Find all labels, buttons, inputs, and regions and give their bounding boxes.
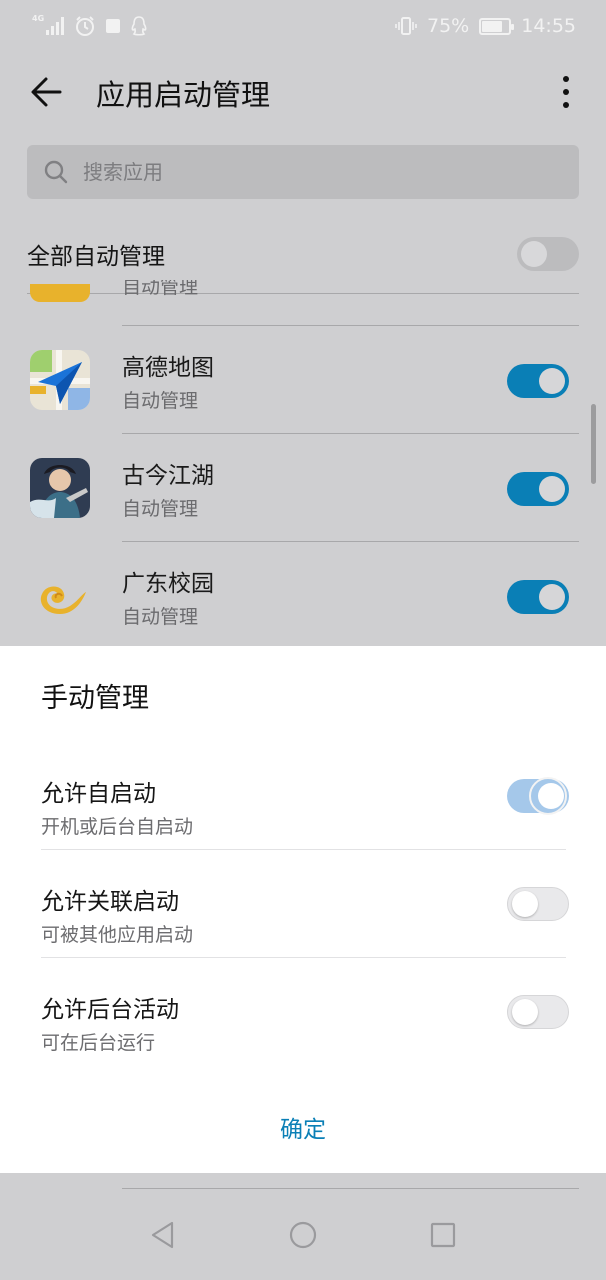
manual-manage-sheet: 手动管理 允许自启动 开机或后台自启动 允许关联启动 可被其他应用启动 允许后台… [0,646,606,1173]
search-box[interactable] [27,145,579,199]
nav-home-button[interactable] [278,1210,328,1260]
status-right: 75% 14:55 [395,15,576,37]
more-vert-icon [563,76,569,82]
status-bar: 4G 75% 14:55 [0,0,606,52]
back-arrow-icon [31,77,62,107]
toggle-knob [539,584,565,610]
square-icon [106,19,120,33]
toggle-knob [539,476,565,502]
linked-start-toggle[interactable] [507,887,569,921]
gdxy-toggle[interactable] [507,580,569,614]
toggle-knob [521,241,547,267]
vibrate-icon [395,17,417,35]
confirm-button[interactable]: 确定 [203,1102,403,1152]
app-name: 古今江湖 [122,463,214,489]
qq-icon [131,16,147,36]
nav-recents-icon [430,1222,456,1248]
toggle-knob [512,999,538,1025]
toggle-knob [539,368,565,394]
divider [41,957,566,958]
battery-icon [479,17,515,35]
battery-fill [482,20,502,32]
nav-home-icon [289,1221,317,1249]
amap-icon [30,350,90,410]
page-title: 应用启动管理 [96,78,271,112]
back-button[interactable] [26,70,70,114]
option-desc: 可在后台运行 [41,1032,156,1054]
app-row-gujin[interactable]: 古今江湖 自动管理 [0,434,606,542]
nav-back-button[interactable] [138,1210,188,1260]
scrollbar[interactable] [591,404,596,484]
nav-recents-button[interactable] [418,1210,468,1260]
option-label: 允许后台活动 [41,997,179,1023]
toggle-knob [538,783,564,809]
app-icon-partial [30,284,90,302]
option-label: 允许自启动 [41,781,156,807]
auto-start-toggle[interactable] [507,777,569,815]
background-activity-toggle[interactable] [507,995,569,1029]
all-auto-row[interactable]: 全部自动管理 [27,228,579,280]
app-name: 高德地图 [122,355,214,381]
divider [122,1188,579,1189]
gdxy-icon [30,566,90,626]
all-auto-label: 全部自动管理 [27,244,165,270]
search-icon [44,160,68,184]
search-input[interactable] [83,160,523,184]
battery-percent: 75% [427,15,470,37]
app-sub: 自动管理 [122,390,199,412]
app-sub-partial: 自动管理 [122,280,199,298]
clock: 14:55 [521,15,576,37]
app-name: 广东校园 [122,571,214,597]
more-dot [563,89,569,95]
app-sub: 自动管理 [122,498,199,520]
app-row-gdxy[interactable]: 广东校园 自动管理 [0,542,606,650]
option-desc: 可被其他应用启动 [41,924,194,946]
more-options-button[interactable] [546,70,586,114]
amap-toggle[interactable] [507,364,569,398]
app-row-amap[interactable]: 高德地图 自动管理 [0,326,606,434]
more-dot [563,102,569,108]
divider [27,293,579,294]
alarm-icon [76,16,94,36]
option-label: 允许关联启动 [41,889,179,915]
signal-icon: 4G [32,14,64,35]
network-type: 4G [32,14,45,23]
gujin-icon [30,458,90,518]
divider [41,849,566,850]
option-desc: 开机或后台自启动 [41,816,194,838]
app-sub: 自动管理 [122,606,199,628]
all-auto-toggle[interactable] [517,237,579,271]
app-bar: 应用启动管理 [0,52,606,132]
nav-bar [0,1190,606,1280]
sheet-title: 手动管理 [41,683,149,714]
status-left: 4G [32,15,148,37]
gujin-toggle[interactable] [507,472,569,506]
nav-back-icon [151,1221,174,1249]
toggle-knob [512,891,538,917]
